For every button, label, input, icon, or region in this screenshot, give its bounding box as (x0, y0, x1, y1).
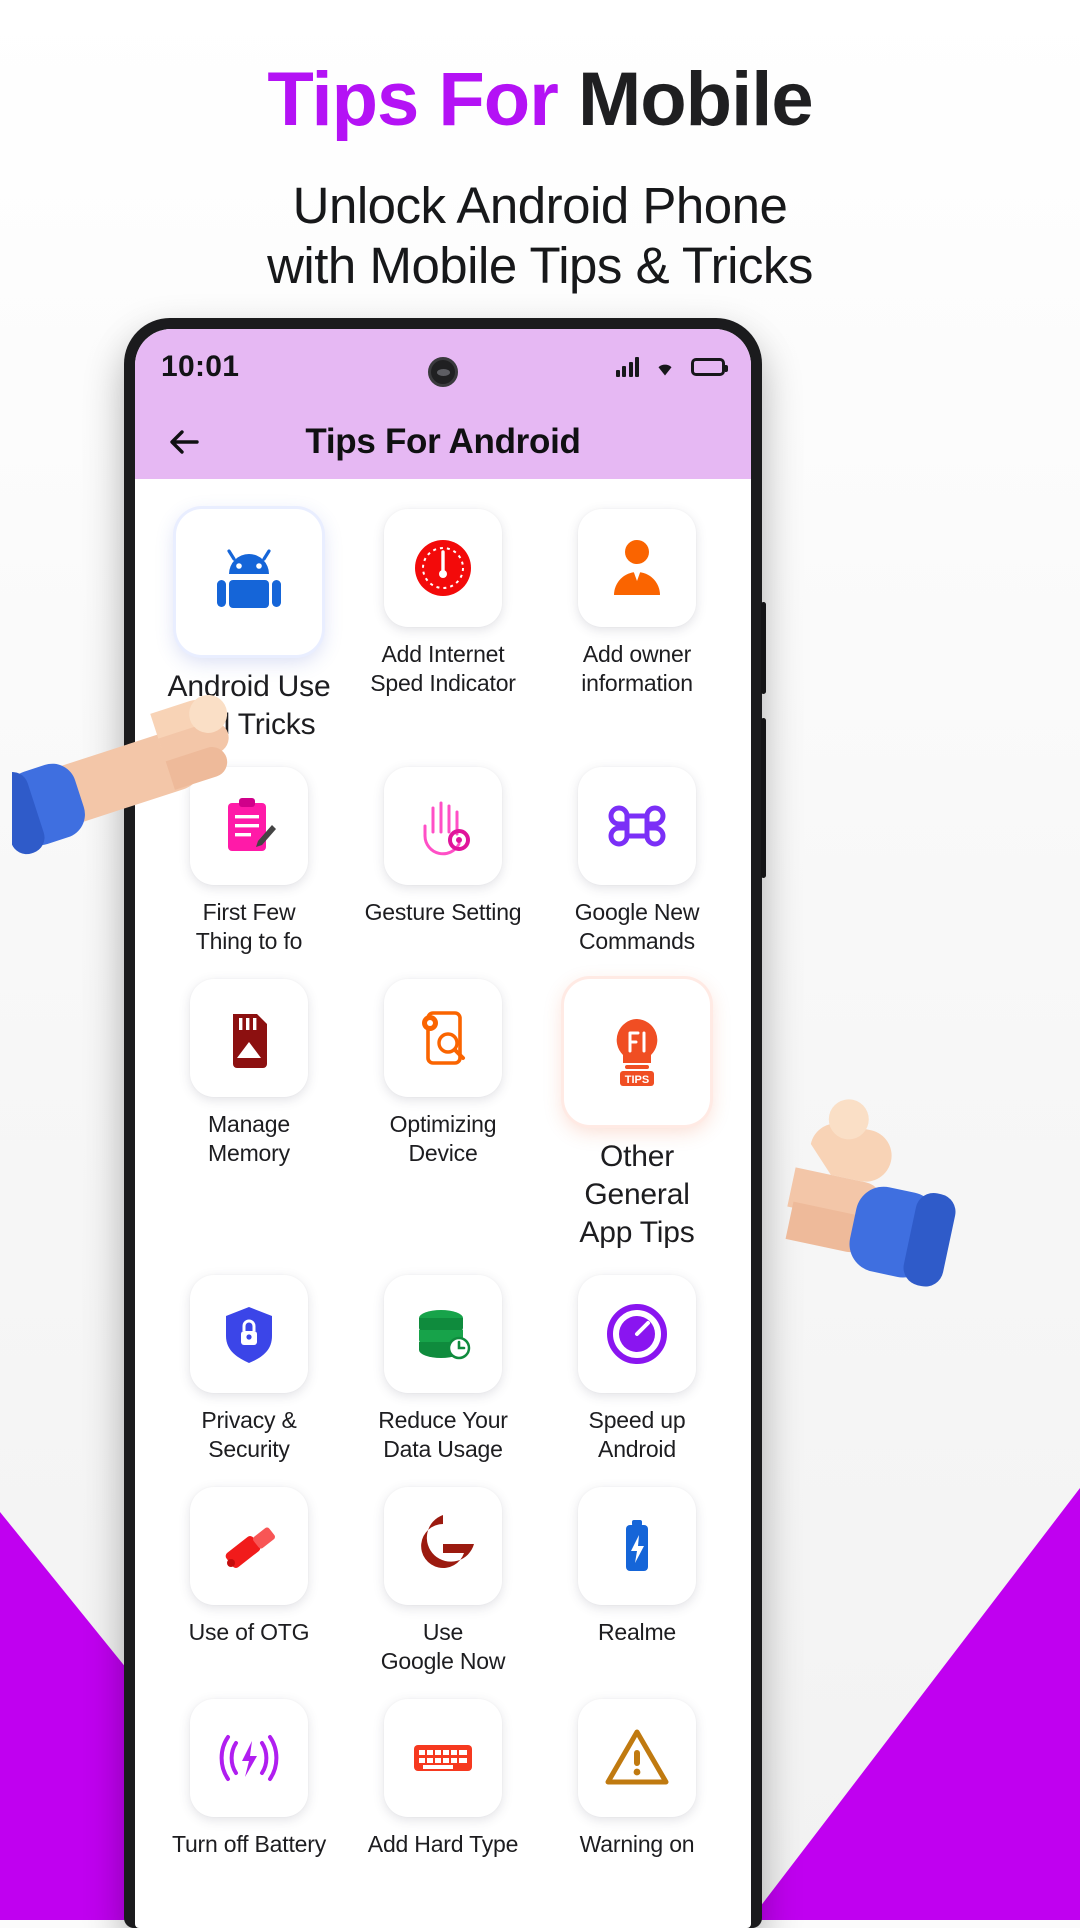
tile-background (578, 1486, 696, 1605)
subtitle-line-2: with Mobile Tips & Tricks (267, 237, 813, 295)
tile-background (190, 978, 308, 1097)
grid-item-label: Privacy & Security (201, 1406, 297, 1463)
grid-item-add-owner-information[interactable]: Add owner information (541, 501, 733, 749)
signal-bars-icon (615, 357, 639, 377)
grid-item-speed-up-android[interactable]: Speed up Android (541, 1267, 733, 1469)
tile-background (578, 509, 696, 627)
grid-item-label: Add Internet Sped Indicator (370, 641, 516, 697)
tile-background (190, 1698, 308, 1817)
grid-item-add-internet-sped-indicator[interactable]: Add Internet Sped Indicator (347, 501, 539, 749)
shield-lock-icon (226, 1306, 272, 1363)
grid-item-google-new-commands[interactable]: Google New Commands (541, 759, 733, 961)
status-clock: 10:01 (161, 350, 240, 383)
tile-background (578, 766, 696, 885)
tile-background (190, 1486, 308, 1605)
tile-background (384, 1486, 502, 1605)
otg-usb-icon (225, 1527, 275, 1568)
back-arrow-icon[interactable] (161, 419, 207, 465)
grid-item-label: Gesture Setting (364, 898, 522, 925)
lightbulb-tips-icon: TIPS (616, 1018, 658, 1086)
owner-person-icon (614, 540, 660, 595)
grid-item-other-general-app-tips[interactable]: TIPS Other General App Tips (541, 971, 733, 1257)
google-g-icon (421, 1514, 474, 1568)
svg-text:TIPS: TIPS (625, 1074, 649, 1086)
grid-item-label: Add owner information (581, 641, 693, 697)
grid-item-label: Realme (597, 1618, 677, 1645)
tile-background (578, 1274, 696, 1393)
page-title: Tips For Mobile (0, 62, 1080, 138)
grid-item-label: Turn off Battery (171, 1830, 327, 1857)
phone-side-button-volume[interactable] (761, 602, 766, 694)
grid-item-gesture-setting[interactable]: Gesture Setting (347, 759, 539, 961)
hand-pointer-right (742, 1088, 1004, 1298)
battery-bolt-icon (626, 1519, 648, 1571)
database-clock-icon (419, 1309, 471, 1360)
speedometer-icon (415, 540, 471, 596)
page-title-accent: Tips For (267, 57, 558, 142)
wireless-power-icon (219, 1734, 279, 1781)
device-optimize-icon (422, 1010, 465, 1065)
hand-gesture-icon (423, 801, 470, 856)
grid-item-label: Google New Commands (574, 898, 700, 955)
grid-item-label: Manage Memory (208, 1110, 290, 1167)
grid-item-use-google-now[interactable]: Use Google Now (347, 1479, 539, 1681)
speed-gauge-icon (607, 1303, 667, 1364)
tile-background (384, 1274, 502, 1393)
battery-icon (691, 358, 728, 376)
grid-item-label: First Few Thing to fo (195, 898, 303, 955)
tile-background (384, 1698, 502, 1817)
grid-item-privacy-and-security[interactable]: Privacy & Security (153, 1267, 345, 1469)
promo-headings: Tips For Mobile Unlock Android Phone wit… (0, 0, 1080, 296)
page-title-rest: Mobile (577, 57, 814, 142)
tile-background (384, 509, 502, 627)
grid-item-use-of-otg[interactable]: Use of OTG (153, 1479, 345, 1681)
grid-item-manage-memory[interactable]: Manage Memory (153, 971, 345, 1257)
grid-item-label: Reduce Your Data Usage (378, 1406, 508, 1463)
grid-item-realme[interactable]: Realme (541, 1479, 733, 1681)
tile-background (176, 509, 322, 655)
hand-pointer-left (0, 648, 274, 858)
tile-background (578, 1698, 696, 1817)
grid-item-label: Other General App Tips (579, 1139, 695, 1250)
warning-triangle-icon (605, 1729, 669, 1785)
grid-item-turn-off-battery[interactable]: Turn off Battery (153, 1691, 345, 1863)
grid-item-label: Optimizing Device (389, 1110, 497, 1167)
app-bar: Tips For Android (135, 405, 751, 479)
grid-item-label: Add Hard Type (367, 1830, 519, 1857)
tile-background (384, 766, 502, 885)
android-robot-icon (217, 549, 281, 608)
grid-item-optimizing-device[interactable]: Optimizing Device (347, 971, 539, 1257)
phone-side-button-power[interactable] (761, 718, 766, 878)
grid-item-add-hard-type[interactable]: Add Hard Type (347, 1691, 539, 1863)
grid-item-label: Speed up Android (588, 1406, 686, 1463)
wifi-icon (652, 357, 678, 377)
phone-mockup: 10:01 Tips For Android Android Use Full … (124, 318, 766, 1928)
command-key-icon (608, 805, 666, 847)
grid-item-label: Use of OTG (188, 1618, 310, 1645)
sd-card-icon (233, 1013, 267, 1068)
status-bar: 10:01 (135, 329, 751, 405)
tile-background (384, 978, 502, 1097)
tile-background (190, 1274, 308, 1393)
app-bar-title: Tips For Android (305, 422, 581, 461)
front-camera-punch-hole-icon (428, 357, 458, 387)
status-icons (615, 357, 728, 377)
grid-item-reduce-your-data-usage[interactable]: Reduce Your Data Usage (347, 1267, 539, 1469)
corner-shape-right (750, 1488, 1080, 1920)
keyboard-icon (414, 1744, 472, 1771)
phone-screen: 10:01 Tips For Android Android Use Full … (135, 329, 751, 1928)
grid-item-label: Warning on (579, 1830, 695, 1857)
subtitle-line-1: Unlock Android Phone (292, 177, 788, 234)
grid-item-label: Use Google Now (380, 1618, 506, 1675)
grid-item-warning-on[interactable]: Warning on (541, 1691, 733, 1863)
tile-background: TIPS (564, 978, 710, 1125)
